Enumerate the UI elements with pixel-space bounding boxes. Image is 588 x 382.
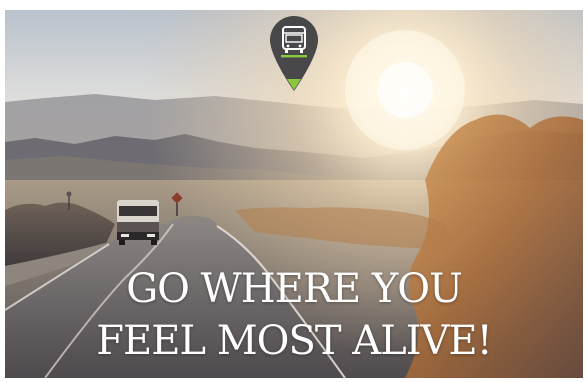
headline-line-1: GO WHERE YOU <box>126 266 463 312</box>
headline-line-2: FEEL MOST ALIVE! <box>96 318 492 364</box>
rv-location-pin-icon <box>269 15 319 93</box>
rv-vehicle <box>117 200 159 245</box>
poster: GO WHERE YOU FEEL MOST ALIVE! <box>0 0 588 382</box>
